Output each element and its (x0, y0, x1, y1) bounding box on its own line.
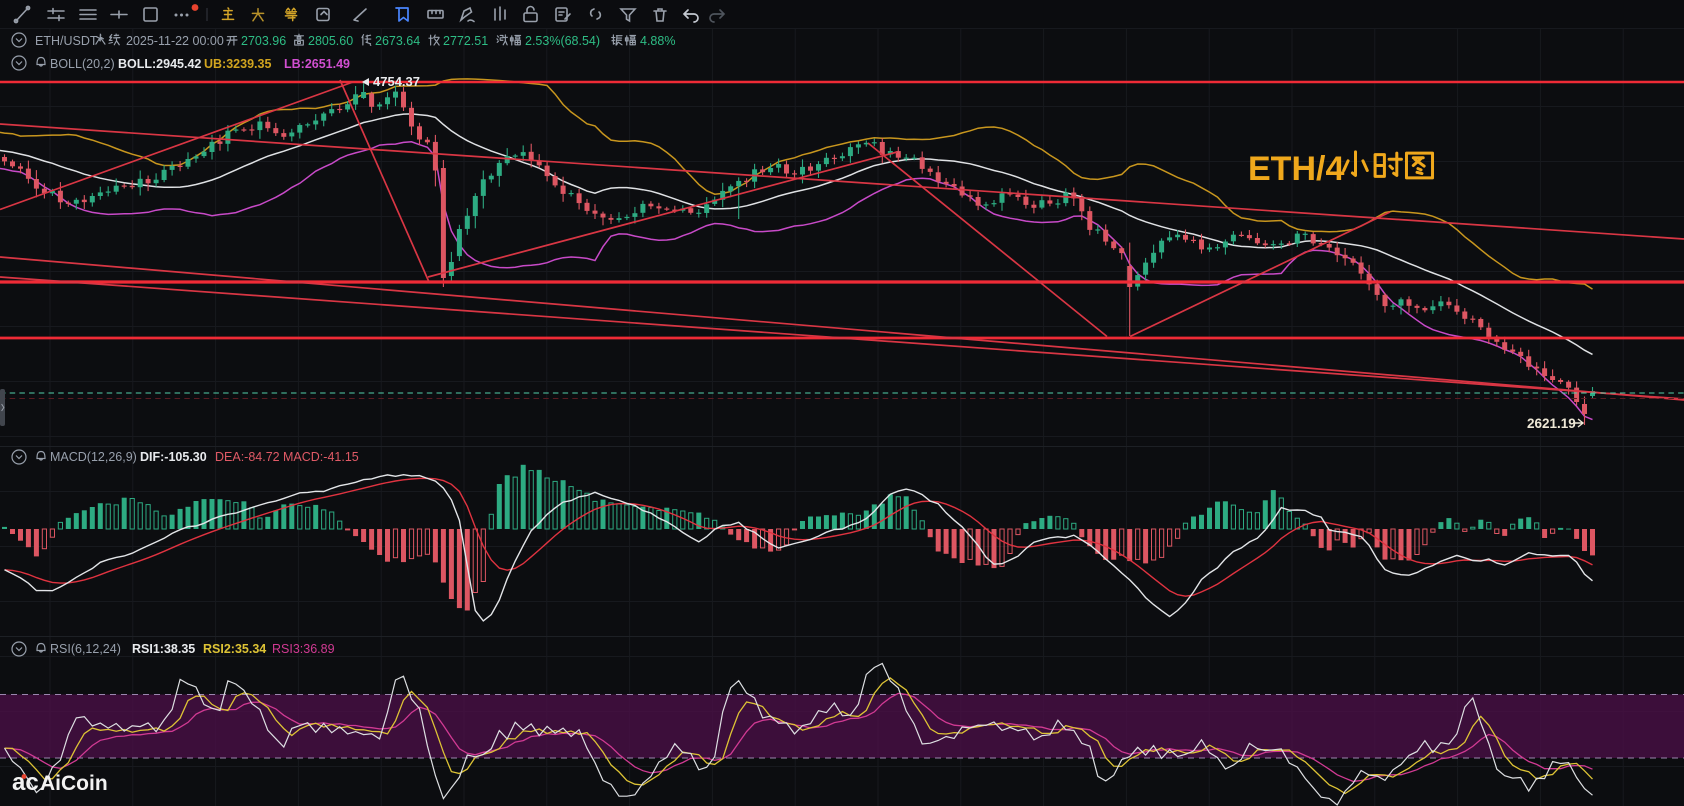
svg-text:AiCoin: AiCoin (40, 772, 108, 795)
svg-text:RSI3:36.89: RSI3:36.89 (272, 642, 335, 656)
svg-text:ETH/USDT: ETH/USDT (35, 34, 98, 48)
svg-text:BOLL(20,2): BOLL(20,2) (50, 57, 115, 71)
svg-text:DIF:-105.30: DIF:-105.30 (140, 450, 207, 464)
svg-text:2805.60: 2805.60 (308, 34, 353, 48)
svg-text:ETH/4: ETH/4 (1248, 150, 1344, 188)
svg-text:2673.64: 2673.64 (375, 34, 420, 48)
svg-text:4.88%: 4.88% (640, 34, 675, 48)
svg-text:2703.96: 2703.96 (241, 34, 286, 48)
svg-text:2621.19: 2621.19 (1527, 416, 1576, 431)
svg-text:ac: ac (12, 769, 39, 796)
svg-text:LB:2651.49: LB:2651.49 (284, 57, 350, 71)
svg-text:MACD(12,26,9): MACD(12,26,9) (50, 450, 137, 464)
svg-text:BOLL:2945.42: BOLL:2945.42 (118, 57, 201, 71)
svg-text:RSI1:38.35: RSI1:38.35 (132, 642, 195, 656)
svg-text:2772.51: 2772.51 (443, 34, 488, 48)
svg-text:2025-11-22 00:00: 2025-11-22 00:00 (126, 34, 224, 48)
svg-text:MACD:-41.15: MACD:-41.15 (283, 450, 359, 464)
svg-text:DEA:-84.72: DEA:-84.72 (215, 450, 280, 464)
svg-text:RSI2:35.34: RSI2:35.34 (203, 642, 266, 656)
svg-text:4754.37: 4754.37 (373, 74, 420, 89)
svg-text:2.53%(68.54): 2.53%(68.54) (525, 34, 600, 48)
svg-text:UB:3239.35: UB:3239.35 (204, 57, 271, 71)
svg-text:RSI(6,12,24): RSI(6,12,24) (50, 642, 121, 656)
